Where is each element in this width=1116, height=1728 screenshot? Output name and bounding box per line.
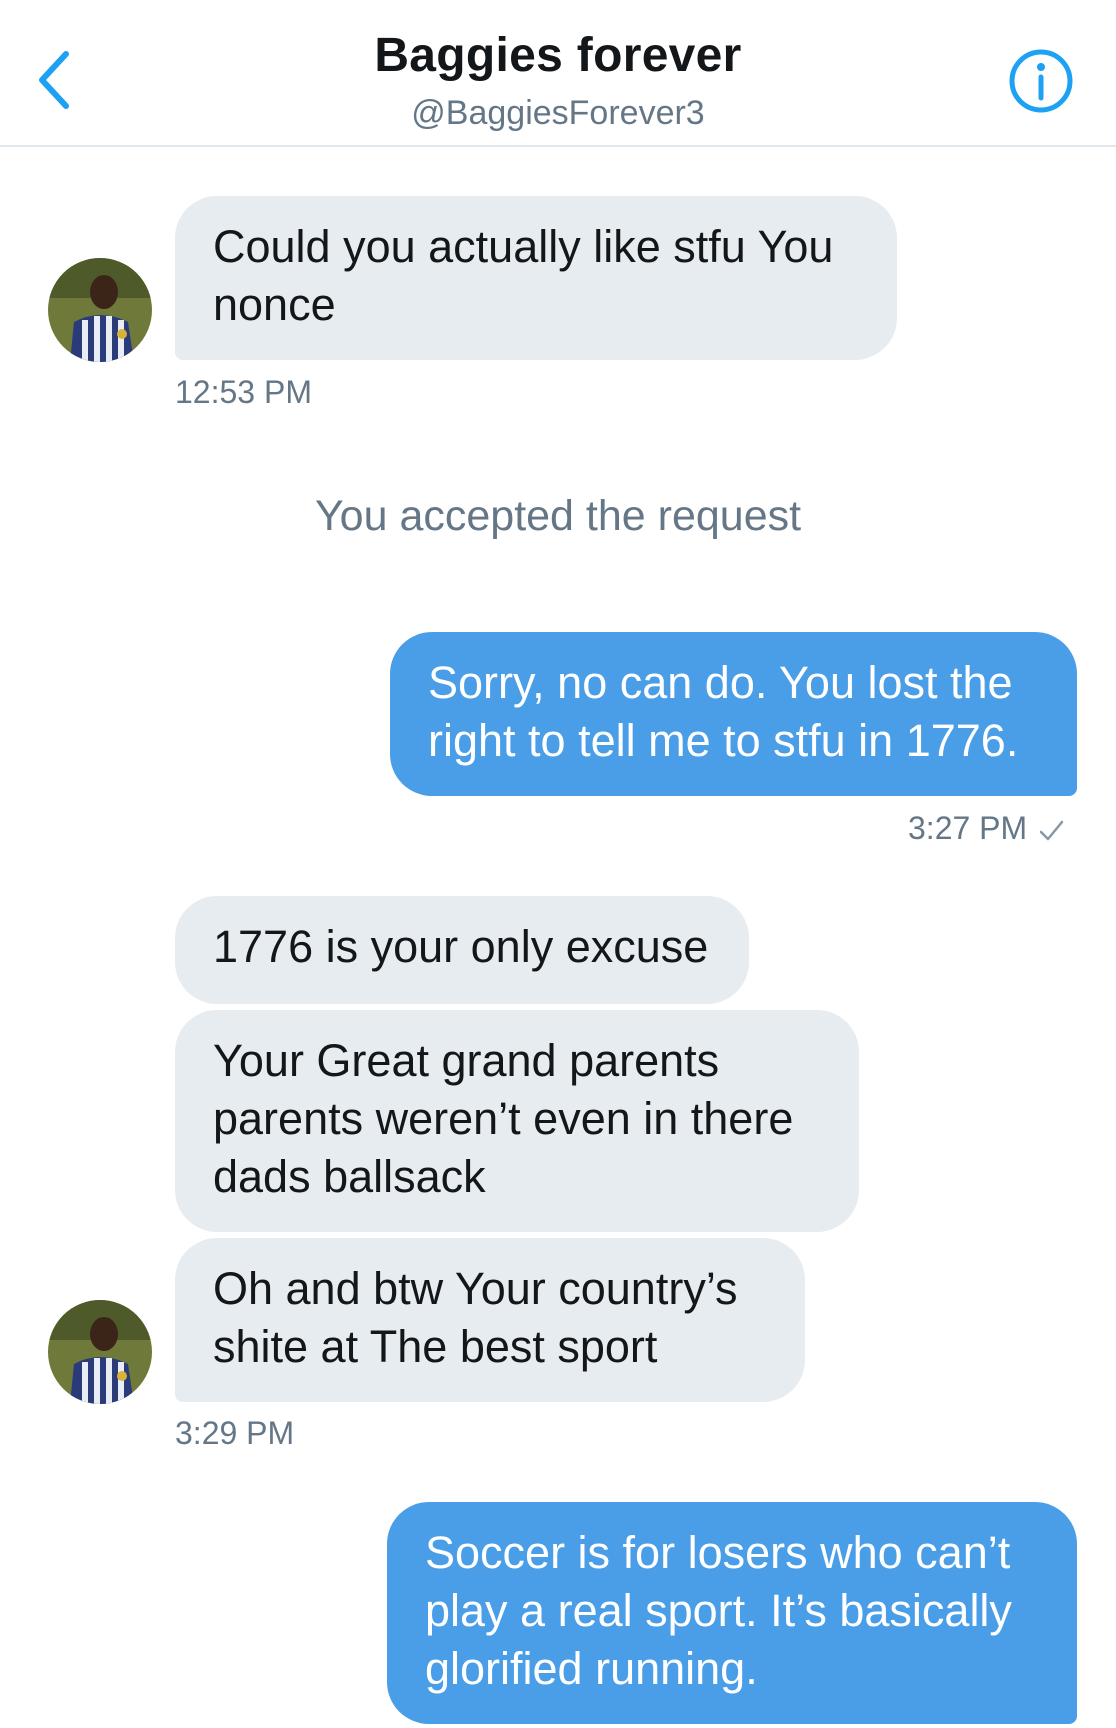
avatar-image [48, 258, 152, 362]
message-bubble-sent[interactable]: Sorry, no can do. You lost the right to … [390, 632, 1077, 796]
conversation-header: Baggies forever @BaggiesForever3 [0, 0, 1116, 147]
avatar[interactable] [48, 1300, 152, 1404]
timestamp-text: 3:27 PM [908, 810, 1028, 846]
checkmark-icon [1039, 820, 1064, 840]
message-timestamp-sent: 3:27 PM [908, 810, 1065, 847]
conversation-handle: @BaggiesForever3 [411, 94, 705, 132]
message-bubble-sent[interactable]: Soccer is for losers who can’t play a re… [387, 1502, 1077, 1724]
info-icon [1009, 49, 1073, 113]
message-bubble[interactable]: Oh and btw Your country’s shite at The b… [175, 1238, 805, 1402]
message-timestamp: 12:53 PM [175, 374, 312, 410]
avatar-image [48, 1300, 152, 1404]
request-accepted-note: You accepted the request [314, 492, 802, 540]
message-bubble[interactable]: Could you actually like stfu You nonce [175, 196, 897, 360]
message-bubble[interactable]: Your Great grand parents parents weren’t… [175, 1010, 859, 1232]
avatar[interactable] [48, 258, 152, 362]
message-timestamp: 3:29 PM [175, 1415, 295, 1451]
message-bubble[interactable]: 1776 is your only excuse [175, 896, 749, 1004]
info-button[interactable] [1008, 48, 1074, 114]
conversation-title[interactable]: Baggies forever [0, 28, 1116, 83]
